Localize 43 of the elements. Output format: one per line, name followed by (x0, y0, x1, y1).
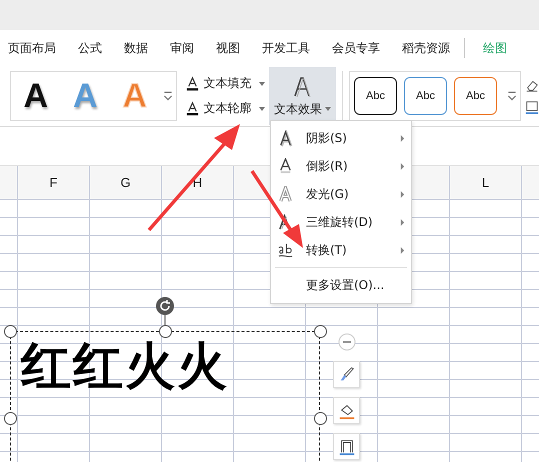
menu-tab[interactable]: 数据 (124, 40, 148, 56)
rotate-handle[interactable] (155, 296, 175, 325)
outline-button[interactable] (333, 433, 360, 460)
more-icon[interactable] (162, 90, 173, 102)
wordart-style[interactable]: A (23, 76, 48, 116)
menu-tab[interactable]: 公式 (78, 40, 102, 56)
button-label: 文本效果 (274, 100, 322, 118)
fill-button[interactable] (333, 397, 360, 424)
text-outline-icon (184, 101, 200, 116)
caret-icon (258, 82, 265, 86)
collapse-icon[interactable] (336, 332, 356, 352)
caret-icon (324, 107, 331, 111)
menu-item[interactable]: 倒影(R) (271, 152, 411, 180)
eraser-icon[interactable] (525, 78, 539, 92)
style-button[interactable] (333, 361, 360, 388)
column-header[interactable]: F (18, 166, 90, 199)
menu-tab[interactable]: 会员专享 (332, 40, 380, 56)
shadow-a-icon (277, 130, 294, 146)
warped-text-icon (277, 242, 294, 258)
glow-a-icon (277, 186, 294, 202)
shape-style[interactable]: Abc (404, 77, 447, 115)
text-fill-icon (184, 76, 200, 91)
text-fill-button[interactable]: 文本填充 (182, 73, 267, 94)
column-header[interactable]: G (90, 166, 162, 199)
column-header[interactable]: L (450, 166, 522, 199)
shape-style[interactable]: Abc (354, 77, 397, 115)
menu-item[interactable]: 转换(T) (271, 236, 411, 264)
menu-item[interactable]: 更多设置(O)... (271, 271, 411, 299)
more-icon[interactable] (507, 90, 517, 102)
shape-outline-icon (338, 438, 356, 456)
menu-item[interactable]: 发光(G) (271, 180, 411, 208)
menu-item[interactable]: 阴影(S) (271, 124, 411, 152)
menu-tab[interactable]: 页面布局 (8, 40, 56, 56)
outline-icon[interactable] (525, 100, 539, 114)
menu-tab[interactable]: 审阅 (170, 40, 194, 56)
text-outline-button[interactable]: 文本轮廓 (182, 98, 267, 119)
text-effects-button[interactable]: 文本效果 (268, 67, 336, 125)
wordart-text: 红红火火 (21, 338, 229, 394)
caret-icon (258, 106, 265, 110)
menu-tab[interactable]: 稻壳资源 (402, 40, 450, 56)
menu-tab[interactable]: 视图 (216, 40, 240, 56)
shape-style[interactable]: Abc (454, 77, 497, 115)
menu-tab[interactable]: 开发工具 (262, 40, 310, 56)
